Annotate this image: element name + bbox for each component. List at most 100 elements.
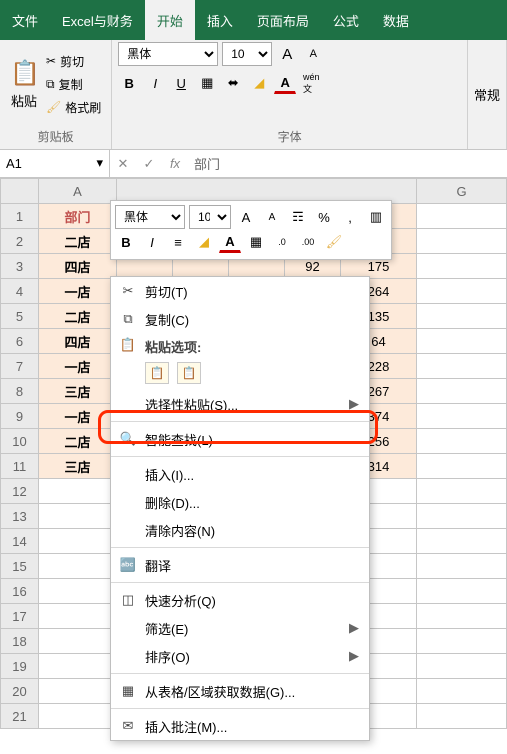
- ctx-cut[interactable]: ✂剪切(T): [111, 277, 369, 305]
- bold-button[interactable]: B: [118, 72, 140, 94]
- cell[interactable]: 三店: [39, 379, 117, 404]
- underline-button[interactable]: U: [170, 72, 192, 94]
- tab-formula[interactable]: 公式: [321, 0, 371, 40]
- paste-button[interactable]: 📋 粘贴: [6, 55, 42, 114]
- ctx-smart-lookup[interactable]: 🔍智能查找(L): [111, 425, 369, 453]
- format-painter-button[interactable]: 🖌格式刷: [44, 97, 103, 118]
- cell[interactable]: [417, 404, 507, 429]
- border-button[interactable]: ▦: [196, 72, 218, 94]
- cell[interactable]: [39, 629, 117, 654]
- ctx-delete[interactable]: 删除(D)...: [111, 488, 369, 516]
- row-header[interactable]: 5: [1, 304, 39, 329]
- fx-icon[interactable]: fx: [162, 156, 188, 171]
- paste-option-2[interactable]: 📋: [177, 362, 201, 384]
- mini-percent-button[interactable]: %: [313, 206, 335, 228]
- row-header[interactable]: 3: [1, 254, 39, 279]
- ctx-copy[interactable]: ⧉复制(C): [111, 305, 369, 333]
- cell[interactable]: [417, 554, 507, 579]
- font-name-select[interactable]: 黑体: [118, 42, 218, 66]
- mini-border[interactable]: ▦: [245, 231, 267, 253]
- cell[interactable]: [417, 629, 507, 654]
- ctx-translate[interactable]: 🔤翻译: [111, 551, 369, 579]
- cell[interactable]: 二店: [39, 429, 117, 454]
- mini-font-name[interactable]: 黑体: [115, 205, 185, 229]
- row-header[interactable]: 9: [1, 404, 39, 429]
- row-header[interactable]: 4: [1, 279, 39, 304]
- cell[interactable]: 四店: [39, 254, 117, 279]
- cell[interactable]: [417, 279, 507, 304]
- cancel-formula-icon[interactable]: ✕: [110, 156, 136, 172]
- row-header[interactable]: 19: [1, 654, 39, 679]
- mini-format-icon[interactable]: ▥: [365, 206, 387, 228]
- row-header[interactable]: 18: [1, 629, 39, 654]
- mini-increase-font[interactable]: A: [235, 206, 257, 228]
- cut-button[interactable]: ✂剪切: [44, 51, 103, 72]
- row-header[interactable]: 8: [1, 379, 39, 404]
- cell[interactable]: [417, 679, 507, 704]
- row-header[interactable]: 7: [1, 354, 39, 379]
- cell[interactable]: [39, 604, 117, 629]
- cell[interactable]: [417, 454, 507, 479]
- cell[interactable]: 一店: [39, 279, 117, 304]
- col-header-a[interactable]: A: [39, 179, 117, 204]
- row-header[interactable]: 17: [1, 604, 39, 629]
- mini-font-color[interactable]: A: [219, 231, 241, 253]
- mini-font-size[interactable]: 10: [189, 205, 231, 229]
- fill-color-button[interactable]: ◢: [248, 72, 270, 94]
- tab-insert[interactable]: 插入: [195, 0, 245, 40]
- formula-value[interactable]: 部门: [188, 154, 507, 173]
- cell[interactable]: [417, 704, 507, 729]
- row-header[interactable]: 11: [1, 454, 39, 479]
- ctx-filter[interactable]: 筛选(E)▶: [111, 614, 369, 642]
- cell[interactable]: [417, 354, 507, 379]
- cell[interactable]: 一店: [39, 354, 117, 379]
- ctx-quick-analysis[interactable]: ◫快速分析(Q): [111, 586, 369, 614]
- cell[interactable]: [39, 554, 117, 579]
- ctx-paste-special[interactable]: 选择性粘贴(S)...▶: [111, 390, 369, 418]
- row-header[interactable]: 20: [1, 679, 39, 704]
- italic-button[interactable]: I: [144, 72, 166, 94]
- row-header[interactable]: 1: [1, 204, 39, 229]
- cell[interactable]: [417, 429, 507, 454]
- cell[interactable]: 一店: [39, 404, 117, 429]
- col-header-g[interactable]: G: [417, 179, 507, 204]
- increase-font-icon[interactable]: A: [276, 43, 298, 65]
- phonetic-button[interactable]: wén文: [300, 72, 322, 94]
- paste-option-1[interactable]: 📋: [145, 362, 169, 384]
- tab-home[interactable]: 开始: [145, 0, 195, 40]
- copy-button[interactable]: ⧉复制: [44, 74, 103, 95]
- cell[interactable]: [39, 529, 117, 554]
- cell[interactable]: [417, 579, 507, 604]
- cell[interactable]: [417, 379, 507, 404]
- cell[interactable]: 二店: [39, 304, 117, 329]
- mini-dec-dec[interactable]: .00: [297, 231, 319, 253]
- cell[interactable]: [417, 504, 507, 529]
- merge-button[interactable]: ⬌: [222, 72, 244, 94]
- row-header[interactable]: 15: [1, 554, 39, 579]
- tab-file[interactable]: 文件: [0, 0, 50, 40]
- decrease-font-icon[interactable]: A: [302, 43, 324, 65]
- mini-accounting-icon[interactable]: ☶: [287, 206, 309, 228]
- font-size-select[interactable]: 10: [222, 42, 272, 66]
- cell[interactable]: [39, 504, 117, 529]
- cell[interactable]: [417, 654, 507, 679]
- mini-dec-inc[interactable]: .0: [271, 231, 293, 253]
- row-header[interactable]: 14: [1, 529, 39, 554]
- mini-bold[interactable]: B: [115, 231, 137, 253]
- row-header[interactable]: 6: [1, 329, 39, 354]
- cell[interactable]: 二店: [39, 229, 117, 254]
- cell[interactable]: 三店: [39, 454, 117, 479]
- ctx-sort[interactable]: 排序(O)▶: [111, 642, 369, 670]
- cell[interactable]: [417, 229, 507, 254]
- name-box[interactable]: A1▾: [0, 150, 110, 178]
- row-header[interactable]: 2: [1, 229, 39, 254]
- corner-cell[interactable]: [1, 179, 39, 204]
- cell[interactable]: [417, 254, 507, 279]
- mini-format-painter[interactable]: 🖌: [323, 231, 345, 253]
- row-header[interactable]: 10: [1, 429, 39, 454]
- mini-align-icon[interactable]: ≡: [167, 231, 189, 253]
- font-color-button[interactable]: A: [274, 72, 296, 94]
- ctx-clear[interactable]: 清除内容(N): [111, 516, 369, 544]
- tab-excel-finance[interactable]: Excel与财务: [50, 0, 145, 40]
- ctx-from-table[interactable]: ▦从表格/区域获取数据(G)...: [111, 677, 369, 705]
